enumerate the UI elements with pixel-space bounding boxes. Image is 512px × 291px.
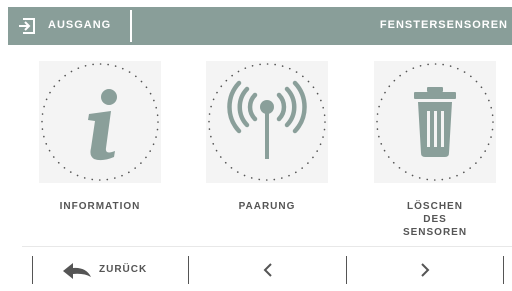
label-line: SENSOREN [402, 227, 468, 238]
exit-button[interactable]: AUSGANG [8, 7, 130, 45]
information-tile[interactable] [39, 61, 161, 183]
previous-button[interactable] [189, 250, 345, 288]
label-line: INFORMATION [59, 201, 141, 212]
chevron-right-icon [421, 263, 430, 277]
back-arrow-icon [63, 263, 91, 279]
info-icon [41, 63, 159, 181]
signal-antenna-icon [208, 63, 326, 181]
label-line: DES [423, 214, 447, 225]
footer-separator [22, 246, 512, 247]
information-label[interactable]: INFORMATION [39, 200, 161, 213]
chevron-left-icon [263, 263, 272, 277]
footer-divider [503, 256, 504, 284]
next-button[interactable] [347, 250, 502, 288]
pairing-tile[interactable] [206, 61, 328, 183]
header-divider [130, 10, 132, 42]
back-label: ZURÜCK [99, 264, 148, 275]
page-title: FENSTERSENSOREN [379, 19, 508, 31]
back-button[interactable]: ZURÜCK [33, 250, 187, 288]
delete-sensors-label[interactable]: LÖSCHEN DES SENSOREN [374, 200, 496, 239]
trash-icon [376, 63, 494, 181]
pairing-label[interactable]: PAARUNG [206, 200, 328, 213]
label-line: PAARUNG [238, 201, 296, 212]
header-bar: AUSGANG FENSTERSENSOREN [8, 7, 512, 45]
exit-icon [19, 18, 35, 34]
delete-sensors-tile[interactable] [374, 61, 496, 183]
exit-label: AUSGANG [48, 19, 112, 31]
label-line: LÖSCHEN [407, 201, 463, 212]
